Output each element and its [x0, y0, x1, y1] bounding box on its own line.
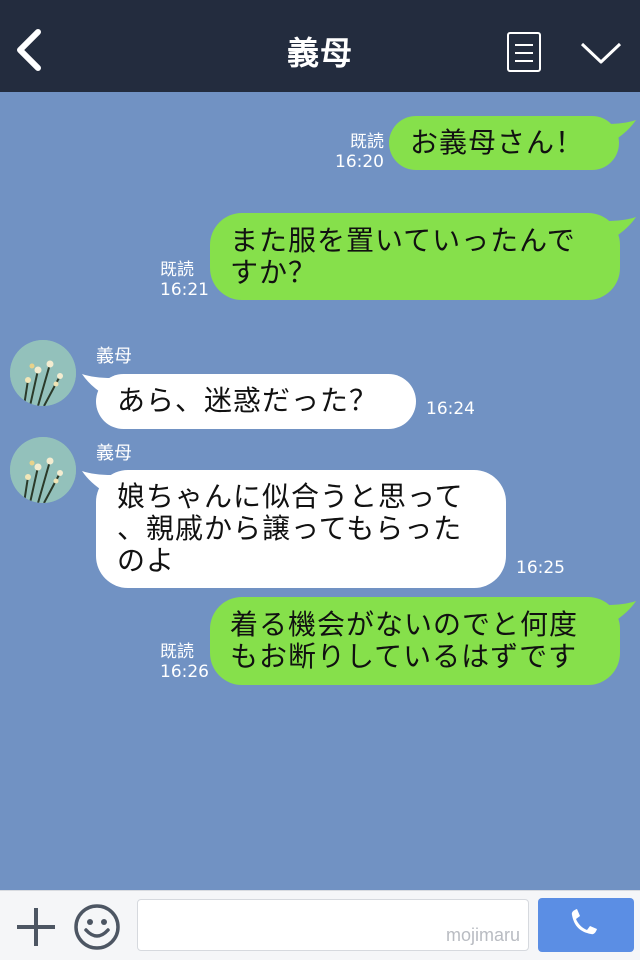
sender-name: 義母	[96, 346, 132, 367]
message-text-line: もお断りしているはずです	[230, 640, 578, 673]
message-bubble-outgoing[interactable]: お義母さん！	[389, 116, 619, 170]
message-bubble-outgoing[interactable]: また服を置いていったんで すか？	[210, 213, 620, 300]
message-bubble-outgoing[interactable]: 着る機会がないのでと何度 もお断りしているはずです	[210, 597, 620, 685]
message-time: 16:21	[160, 280, 209, 300]
message-text: お義母さん！	[410, 126, 585, 159]
bubble-tail	[606, 601, 636, 623]
message-time: 16:20	[335, 152, 384, 172]
message-time: 16:26	[160, 662, 209, 682]
phone-icon	[571, 909, 597, 935]
message-text-line: 娘ちゃんに似合うと思って	[117, 480, 464, 513]
avatar-flowers-image	[10, 437, 76, 503]
read-receipt: 既読	[160, 260, 194, 280]
watermark-text: mojimaru	[445, 925, 520, 945]
message-text-line: のよ	[117, 544, 176, 577]
bubble-tail	[606, 120, 636, 142]
message-meta: 既読 16:26	[160, 642, 210, 682]
avatar[interactable]	[10, 437, 76, 503]
message-meta: 既読 16:21	[160, 260, 210, 300]
read-receipt: 既読	[160, 642, 194, 662]
message-bubble-incoming[interactable]: あら、迷惑だった？	[96, 374, 416, 429]
message-time: 16:25	[516, 558, 565, 578]
message-list[interactable]: 既読 16:20 お義母さん！ 既読 16:21 また服を置いていったんで すか…	[0, 92, 640, 890]
plus-icon[interactable]	[14, 905, 58, 949]
read-receipt: 既読	[350, 132, 384, 152]
message-meta: 既読 16:20	[326, 132, 384, 172]
message-bubble-incoming[interactable]: 娘ちゃんに似合うと思って 、親戚から譲ってもらった のよ	[96, 470, 506, 588]
message-time: 16:24	[426, 399, 475, 419]
message-text-line: また服を置いていったんで	[230, 224, 576, 257]
bubble-tail	[606, 217, 636, 239]
sender-name: 義母	[96, 443, 132, 464]
message-text-line: すか？	[230, 256, 318, 289]
message-input-bar: mojimaru	[0, 890, 640, 960]
smiley-icon[interactable]	[73, 903, 121, 951]
message-text: あら、迷惑だった？	[117, 384, 379, 417]
menu-list-icon[interactable]	[507, 32, 541, 72]
avatar-flowers-image	[10, 340, 76, 406]
message-text-line: 着る機会がないのでと何度	[230, 608, 579, 641]
message-text-line: 、親戚から譲ってもらった	[117, 512, 463, 545]
chat-header: 義母	[0, 0, 640, 92]
call-button[interactable]	[538, 898, 634, 952]
avatar[interactable]	[10, 340, 76, 406]
chat-title: 義母	[286, 34, 353, 72]
message-input[interactable]: mojimaru	[137, 899, 529, 951]
chevron-down-icon[interactable]	[578, 38, 624, 66]
